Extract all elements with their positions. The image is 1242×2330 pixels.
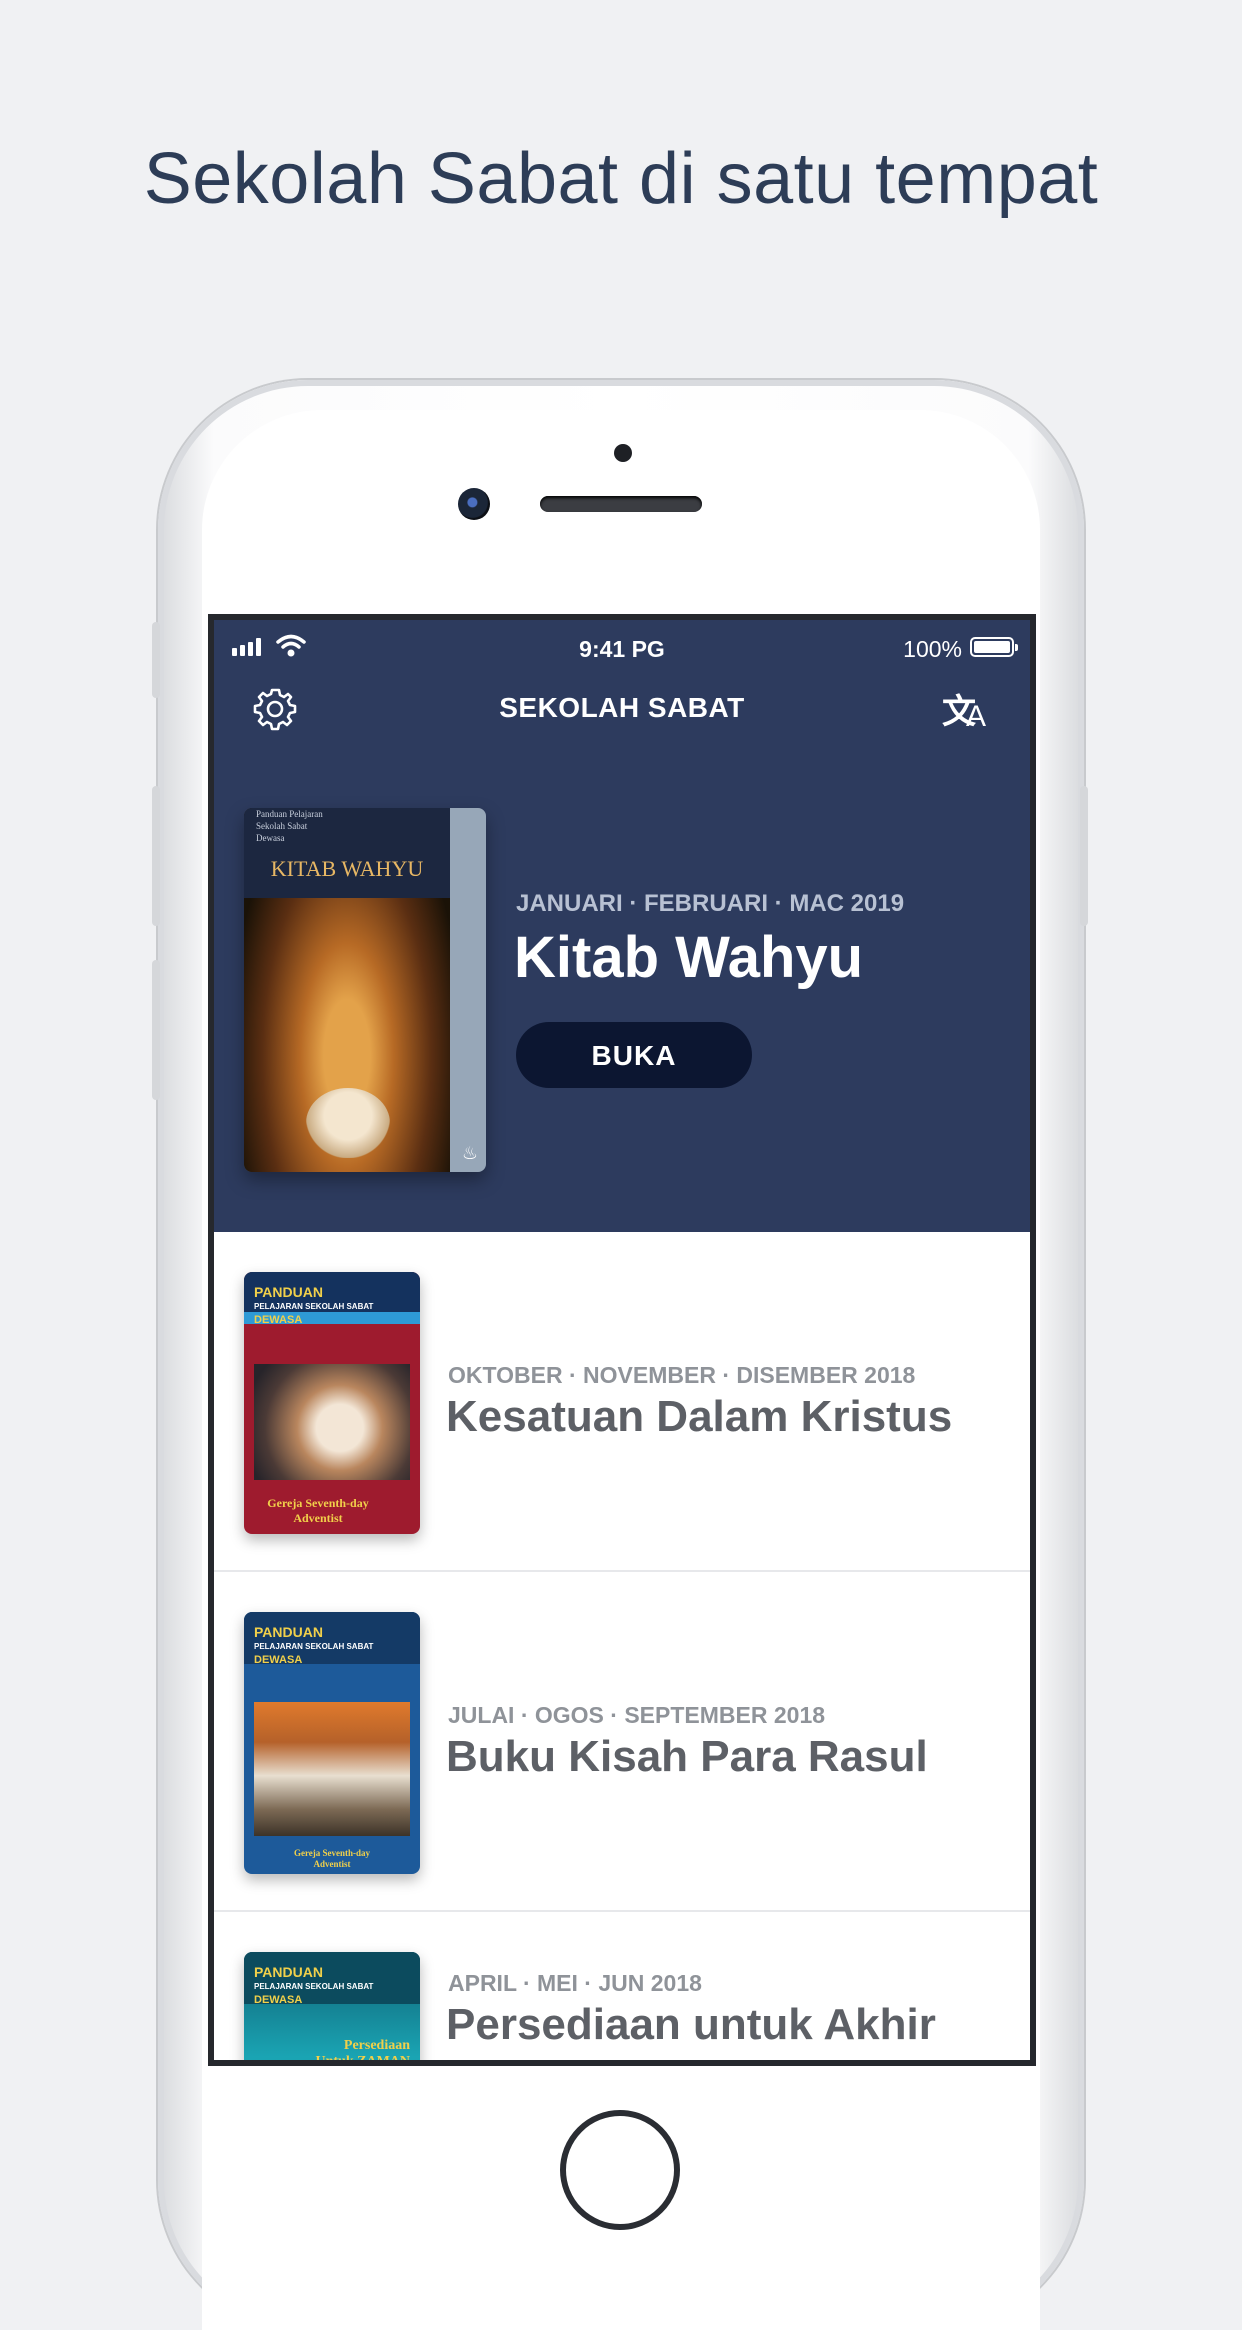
quarterly-period: JULAI · OGOS · SEPTEMBER 2018 xyxy=(448,1702,826,1728)
featured-period: JANUARI · FEBRUARI · MAC 2019 xyxy=(516,890,905,917)
cover-line: DEWASA xyxy=(254,1994,303,2006)
hands-photo xyxy=(254,1364,410,1480)
cover-footer: Gereja Seventh-day Adventist xyxy=(293,1848,371,1869)
app-screen: 9:41 PG 100% SEKOLAH SABAT 文A Panduan Pe… xyxy=(214,620,1030,2060)
quarterly-period: OKTOBER · NOVEMBER · DISEMBER 2018 xyxy=(448,1362,916,1388)
quarterly-period: APRIL · MEI · JUN 2018 xyxy=(448,1970,702,1996)
translate-icon[interactable]: 文A xyxy=(942,684,992,734)
front-camera xyxy=(458,488,490,520)
quarterly-list: PANDUAN PELAJARAN SEKOLAH SABAT DEWASA G… xyxy=(214,1232,1030,2060)
cover-line: PANDUAN xyxy=(254,1624,323,1640)
open-button[interactable]: BUKA xyxy=(516,1022,752,1088)
cover-line: DEWASA xyxy=(254,1654,303,1666)
cover-line: PELAJARAN SEKOLAH SABAT xyxy=(254,1642,374,1651)
cover-line: PELAJARAN SEKOLAH SABAT xyxy=(254,1982,374,1991)
cover-line: PANDUAN xyxy=(254,1284,323,1300)
cover-title: KITAB WAHYU xyxy=(270,856,424,881)
adventist-logo-icon: ♨ xyxy=(461,1143,478,1163)
status-bar: 9:41 PG 100% xyxy=(214,620,1030,676)
cover-small-line: Panduan Pelajaran xyxy=(256,809,323,819)
quarterly-title: Kesatuan Dalam Kristus xyxy=(446,1392,953,1441)
battery-percent: 100% xyxy=(903,636,962,662)
power-button xyxy=(1080,786,1088,926)
home-button[interactable] xyxy=(560,2110,680,2230)
quarterly-title: Persediaan untuk Akhir xyxy=(446,2000,936,2049)
volume-up-button xyxy=(152,786,160,926)
featured-quarterly: 9:41 PG 100% SEKOLAH SABAT 文A Panduan Pe… xyxy=(214,620,1030,1232)
volume-down-button xyxy=(152,960,160,1100)
cover-footer: Persediaan Untuk ZAMAN AKHIR xyxy=(315,2038,410,2060)
quarterly-title: Buku Kisah Para Rasul xyxy=(446,1732,928,1781)
featured-title: Kitab Wahyu xyxy=(514,925,864,990)
quarterly-cover-image: PANDUAN PELAJARAN SEKOLAH SABAT DEWASA G… xyxy=(244,1272,420,1534)
cover-line: PELAJARAN SEKOLAH SABAT xyxy=(254,1302,374,1311)
list-item[interactable]: PANDUAN PELAJARAN SEKOLAH SABAT DEWASA P… xyxy=(214,1912,1030,2060)
battery-icon xyxy=(970,637,1018,657)
proximity-sensor xyxy=(614,444,632,462)
featured-cover-image[interactable]: Panduan Pelajaran Sekolah Sabat Dewasa K… xyxy=(244,808,486,1172)
cover-small-line: Dewasa xyxy=(256,833,285,843)
list-item[interactable]: PANDUAN PELAJARAN SEKOLAH SABAT DEWASA G… xyxy=(214,1232,1030,1572)
apostles-photo xyxy=(254,1702,410,1836)
cover-small-line: Sekolah Sabat xyxy=(256,821,308,831)
lamb-artwork xyxy=(306,1088,390,1158)
list-item[interactable]: PANDUAN PELAJARAN SEKOLAH SABAT DEWASA G… xyxy=(214,1572,1030,1912)
cover-footer: Gereja Seventh-day Adventist xyxy=(267,1496,369,1525)
cover-line: PANDUAN xyxy=(254,1964,323,1980)
quarterly-cover-image: PANDUAN PELAJARAN SEKOLAH SABAT DEWASA G… xyxy=(244,1612,420,1874)
promo-headline: Sekolah Sabat di satu tempat xyxy=(143,139,1099,219)
cover-line: DEWASA xyxy=(254,1314,303,1326)
app-title: SEKOLAH SABAT xyxy=(499,692,745,723)
quarterly-cover-image: PANDUAN PELAJARAN SEKOLAH SABAT DEWASA P… xyxy=(244,1952,420,2060)
mute-switch xyxy=(152,622,160,698)
earpiece-speaker xyxy=(540,496,702,512)
